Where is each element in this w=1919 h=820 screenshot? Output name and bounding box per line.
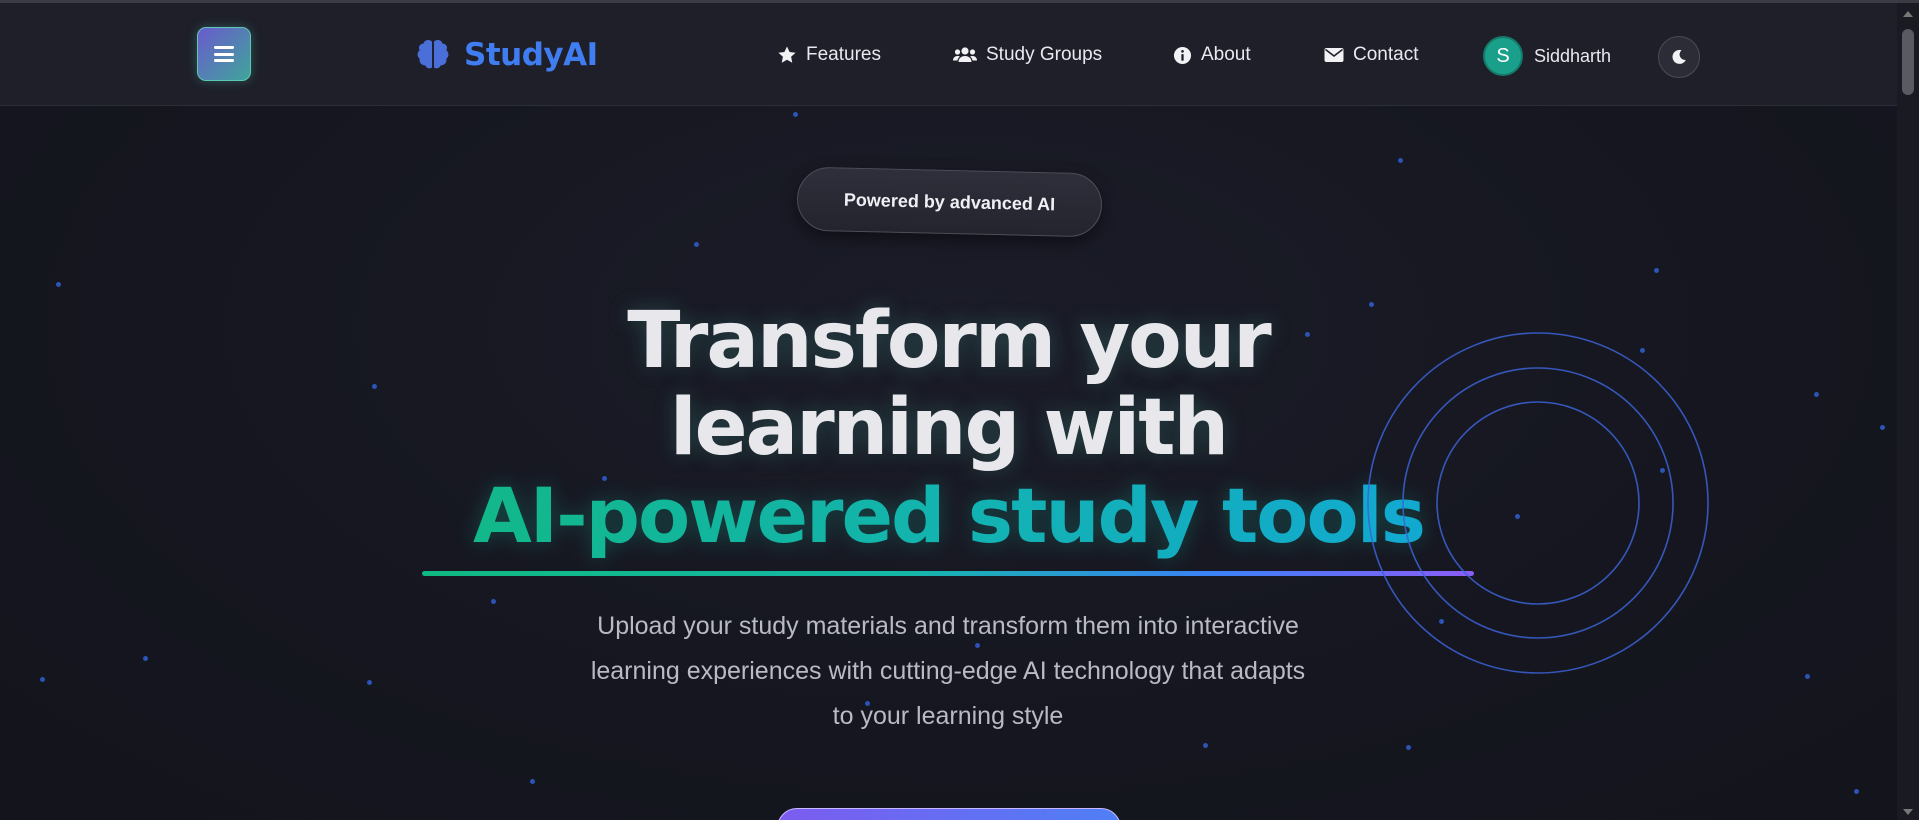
- particle-dot: [1203, 743, 1208, 748]
- particle-dot: [1406, 745, 1411, 750]
- hero-subtitle-line: learning experiences with cutting-edge A…: [590, 657, 1306, 685]
- hero-subtitle-line: Upload your study materials and transfor…: [597, 612, 1299, 640]
- particle-dot: [143, 656, 148, 661]
- brain-icon: [417, 40, 449, 69]
- menu-button[interactable]: [197, 27, 251, 81]
- envelope-icon: [1324, 48, 1344, 62]
- theme-toggle-button[interactable]: [1658, 36, 1700, 78]
- nav-link-label: Contact: [1353, 44, 1419, 65]
- moon-icon: [1672, 49, 1686, 64]
- particle-dot: [40, 677, 45, 682]
- particle-dot: [530, 779, 535, 784]
- avatar: S: [1483, 36, 1523, 76]
- hero-badge: Powered by advanced AI: [796, 166, 1103, 238]
- page: StudyAI Features Study Groups About Cont…: [0, 0, 1919, 820]
- scrollbar[interactable]: [1897, 3, 1919, 820]
- info-icon: [1173, 46, 1192, 64]
- particle-dot: [491, 599, 496, 604]
- particle-dot: [1654, 268, 1659, 273]
- decorative-rings: [1367, 332, 1709, 674]
- brand-logo[interactable]: StudyAI: [414, 33, 598, 77]
- particle-dot: [793, 112, 798, 117]
- user-name: Siddharth: [1534, 45, 1612, 66]
- brand-name: StudyAI: [464, 37, 598, 73]
- particle-dot: [1398, 158, 1403, 163]
- hero-title-highlight: AI-powered study tools: [472, 471, 1426, 560]
- users-icon: [953, 47, 977, 62]
- nav-link-label: Study Groups: [986, 44, 1103, 65]
- nav-link-label: About: [1201, 44, 1251, 65]
- particle-dot: [56, 282, 61, 287]
- particle-dot: [694, 242, 699, 247]
- star-icon: [778, 46, 796, 63]
- scrollbar-thumb[interactable]: [1902, 29, 1914, 95]
- hero-subtitle-line: to your learning style: [832, 702, 1064, 730]
- particle-dot: [367, 680, 372, 685]
- scroll-up-arrow-icon[interactable]: [1903, 11, 1913, 17]
- navbar: StudyAI Features Study Groups About Cont…: [0, 3, 1897, 106]
- nav-link-features[interactable]: Features: [777, 41, 881, 69]
- hero-cta-button[interactable]: [777, 808, 1121, 820]
- hamburger-icon: [214, 46, 234, 62]
- nav-link-label: Features: [806, 44, 881, 65]
- scroll-down-arrow-icon[interactable]: [1903, 809, 1913, 815]
- particle-dot: [1805, 674, 1810, 679]
- hero-title-underline: [422, 571, 1474, 576]
- hero-subtitle: Upload your study materials and transfor…: [548, 604, 1348, 739]
- particle-dot: [1854, 789, 1859, 794]
- nav-link-study-groups[interactable]: Study Groups: [953, 41, 1102, 69]
- nav-link-about[interactable]: About: [1173, 41, 1251, 69]
- nav-link-contact[interactable]: Contact: [1324, 41, 1418, 69]
- user-menu[interactable]: S Siddharth: [1483, 36, 1611, 76]
